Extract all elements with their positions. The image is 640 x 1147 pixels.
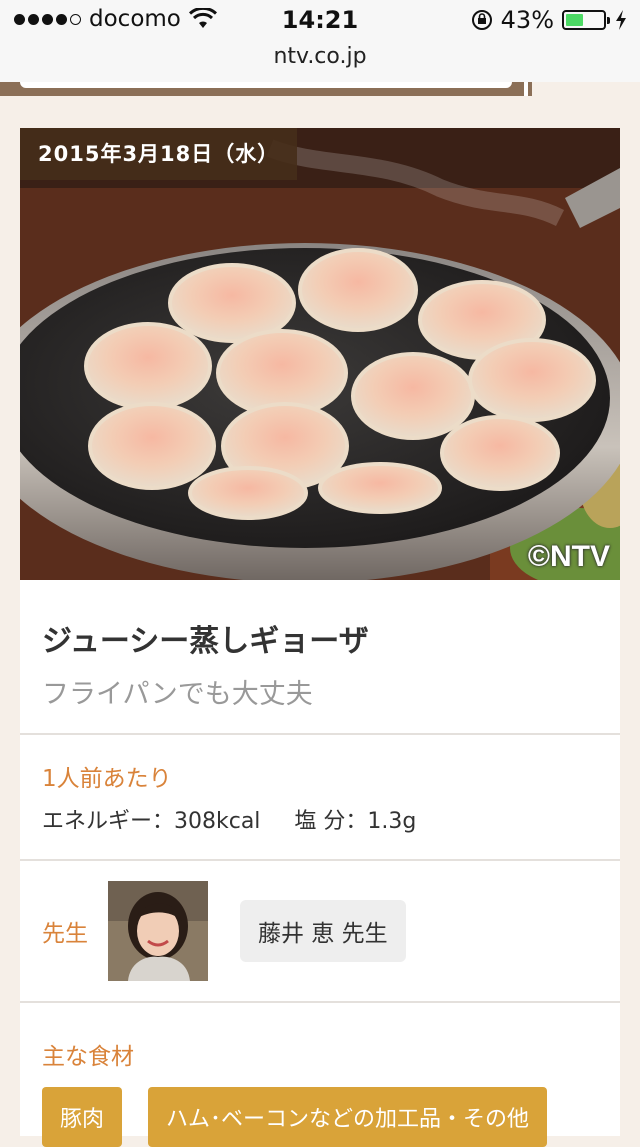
dumpling-pan-illustration	[20, 128, 620, 580]
rotation-lock-icon	[471, 10, 492, 30]
ingredient-tag-processed-meat[interactable]: ハム･ベーコンなどの加工品・その他	[148, 1087, 548, 1147]
ingredient-tags: 豚肉 ハム･ベーコンなどの加工品・その他	[42, 1087, 598, 1147]
site-nav-tab[interactable]	[20, 82, 512, 88]
battery-percent: 43%	[500, 6, 554, 34]
charging-bolt-icon	[616, 10, 626, 30]
ingredients-section: 主な食材 豚肉 ハム･ベーコンなどの加工品・その他	[20, 1003, 620, 1147]
url-text[interactable]: ntv.co.jp	[0, 44, 640, 69]
ingredient-tag-pork[interactable]: 豚肉	[42, 1087, 123, 1147]
status-right-group: 43%	[471, 6, 628, 34]
date-badge: 2015年3月18日（水）	[20, 128, 298, 180]
recipe-title: ジューシー蒸しギョーザ	[42, 624, 369, 659]
battery-icon	[562, 10, 610, 30]
per-serving-label: 1人前あたり	[42, 766, 172, 792]
nutrition-values: エネルギー：308kcal 塩 分：1.3g	[42, 803, 598, 835]
teacher-avatar[interactable]	[108, 881, 208, 981]
status-bar: docomo 14:21 43%	[0, 0, 640, 40]
teacher-section: 先生 藤井 恵 先生	[20, 861, 620, 1003]
teacher-name-button[interactable]: 藤井 恵 先生	[240, 900, 406, 962]
ingredients-label: 主な食材	[42, 1044, 134, 1070]
image-copyright: ©NTV	[527, 540, 610, 573]
salt-value: 塩 分：1.3g	[294, 809, 417, 834]
nav-divider	[524, 82, 528, 96]
title-block: ジューシー蒸しギョーザ フライパンでも大丈夫	[20, 580, 620, 735]
recipe-card: 2015年3月18日（水） ©NTV ジューシー蒸しギョーザ フライパンでも大丈…	[20, 128, 620, 1147]
url-bar[interactable]: ntv.co.jp	[0, 40, 640, 82]
site-nav-tab-2[interactable]	[532, 82, 640, 96]
nutrition-section: 1人前あたり エネルギー：308kcal 塩 分：1.3g	[20, 735, 620, 861]
site-nav-strip	[0, 82, 640, 96]
recipe-photo: 2015年3月18日（水） ©NTV	[20, 128, 620, 580]
recipe-subtitle: フライパンでも大丈夫	[42, 679, 313, 710]
energy-value: エネルギー：308kcal	[42, 809, 261, 834]
teacher-label: 先生	[42, 921, 88, 947]
